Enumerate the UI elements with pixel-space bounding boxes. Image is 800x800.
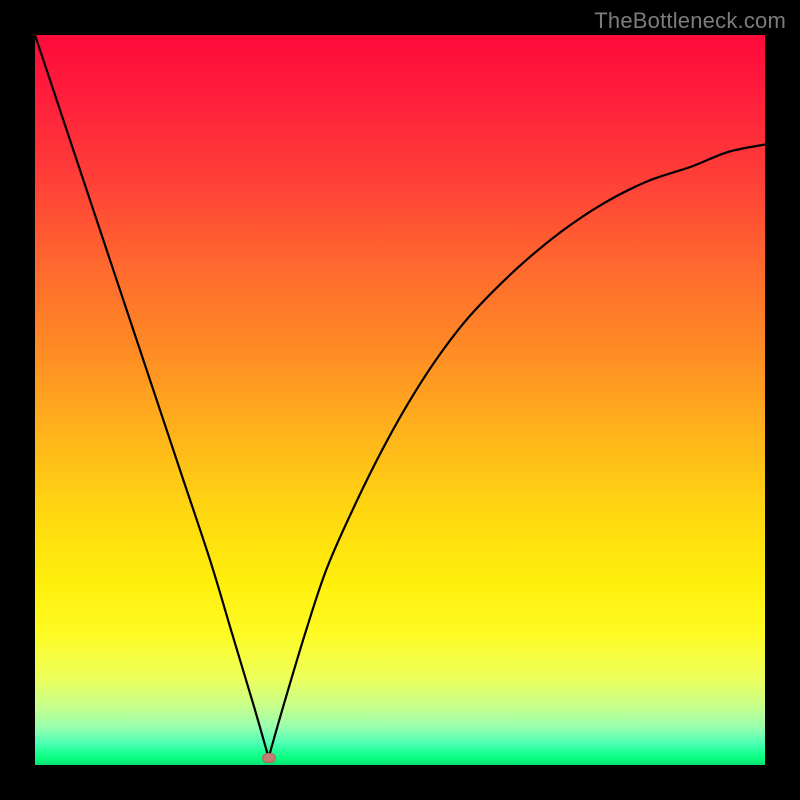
watermark-text: TheBottleneck.com — [594, 8, 786, 34]
curve-path — [35, 35, 765, 758]
plot-area — [35, 35, 765, 765]
chart-frame: TheBottleneck.com — [0, 0, 800, 800]
bottleneck-curve — [35, 35, 765, 765]
optimal-point-marker — [262, 753, 276, 763]
